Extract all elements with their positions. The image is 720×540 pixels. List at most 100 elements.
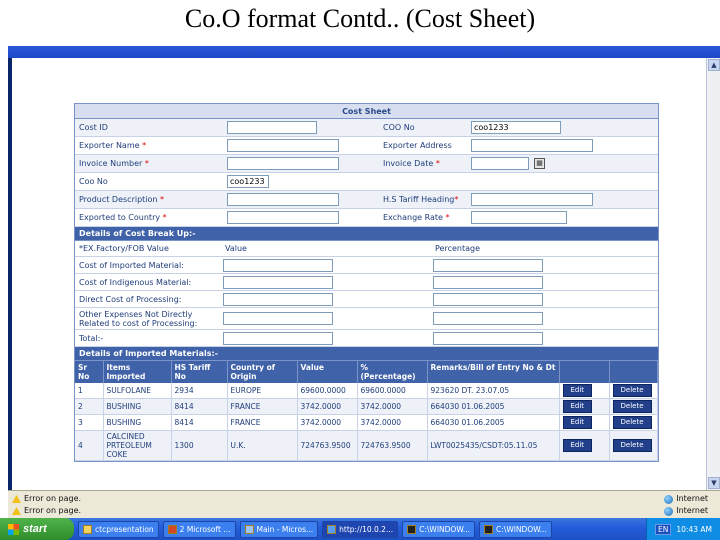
browser-title-bar <box>8 46 720 58</box>
scroll-up-icon[interactable]: ▲ <box>708 59 720 71</box>
other-expenses-value-input[interactable] <box>223 312 333 325</box>
delete-button[interactable]: Delete <box>612 400 652 413</box>
cell-country: FRANCE <box>227 414 298 431</box>
cell-hs: 2934 <box>171 383 228 399</box>
status-error-text: Error on page. <box>24 494 82 503</box>
table-row: 2 BUSHING 8414 FRANCE 3742.0000 3742.000… <box>75 398 658 415</box>
invoice-date-input[interactable] <box>471 157 529 170</box>
other-expenses-percentage-input[interactable] <box>433 312 543 325</box>
clock: 10:43 AM <box>676 524 712 534</box>
exporter-name-input[interactable] <box>227 139 339 152</box>
edit-button[interactable]: Edit <box>562 416 593 429</box>
exported-to-country-label: Exported to Country * <box>79 213 167 222</box>
exchange-rate-label: Exchange Rate * <box>383 213 450 222</box>
taskbar-item[interactable]: C:\WINDOW... <box>479 520 552 538</box>
cost-sheet-form: Cost Sheet Cost ID COO No Exporter Name … <box>74 103 659 462</box>
language-indicator[interactable]: EN <box>655 523 672 535</box>
hs-tariff-heading-input[interactable] <box>471 193 593 206</box>
cost-breakup-row: Total:- <box>75 330 658 347</box>
form-row: Cost ID COO No <box>75 119 658 137</box>
cell-remarks: 664030 01.06.2005 <box>427 414 560 431</box>
table-row: 4 CALCINED PRTEOLEUM COKE 1300 U.K. 7247… <box>75 430 658 461</box>
cost-breakup-row: Other Expenses Not Directly Related to c… <box>75 308 658 330</box>
cost-indigenous-value-input[interactable] <box>223 276 333 289</box>
delete-button[interactable]: Delete <box>612 416 652 429</box>
cell-item: CALCINED PRTEOLEUM COKE <box>103 430 172 461</box>
start-button[interactable]: start <box>0 518 74 540</box>
browser-viewport: Cost Sheet Cost ID COO No Exporter Name … <box>12 58 706 490</box>
delete-button[interactable]: Delete <box>612 384 652 397</box>
form-row: Invoice Number * Invoice Date * ▦ <box>75 155 658 173</box>
exchange-rate-input[interactable] <box>471 211 567 224</box>
calendar-icon[interactable]: ▦ <box>534 158 545 169</box>
exporter-address-input[interactable] <box>471 139 593 152</box>
taskbar-item-label: C:\WINDOW... <box>496 524 547 534</box>
windows-logo-icon <box>8 523 19 535</box>
delete-button[interactable]: Delete <box>612 439 652 452</box>
powerpoint-icon <box>167 524 177 534</box>
cell-country: EUROPE <box>227 383 298 399</box>
vertical-scrollbar[interactable]: ▲ ▼ <box>706 58 720 490</box>
taskbar-item-label: Main - Micros... <box>256 524 314 534</box>
status-zone-duplicate: Internet <box>664 505 708 517</box>
taskbar-item-active[interactable]: http://10.0.2... <box>322 520 399 538</box>
scroll-down-icon[interactable]: ▼ <box>708 477 720 489</box>
browser-status-bar: Error on page. Internet Error on page. I… <box>8 490 720 518</box>
cell-edit: Edit <box>559 430 610 461</box>
col-header: Sr No <box>75 361 104 383</box>
cost-id-label: Cost ID <box>79 123 108 132</box>
cell-sr: 4 <box>75 430 104 461</box>
cost-indigenous-percentage-input[interactable] <box>433 276 543 289</box>
cell-percentage: 3742.0000 <box>357 398 428 415</box>
taskbar-item[interactable]: Main - Micros... <box>239 520 319 538</box>
col-header: Items Imported <box>103 361 172 383</box>
product-description-input[interactable] <box>227 193 339 206</box>
cell-delete: Delete <box>609 414 658 431</box>
total-percentage-input[interactable] <box>433 332 543 345</box>
edit-button[interactable]: Edit <box>562 400 593 413</box>
cell-edit: Edit <box>559 398 610 415</box>
status-error[interactable]: Error on page. <box>12 493 81 505</box>
edit-button[interactable]: Edit <box>562 384 593 397</box>
coo-no-input[interactable] <box>471 121 561 134</box>
cell-value: 3742.0000 <box>297 398 358 415</box>
product-description-label: Product Description * <box>79 195 165 204</box>
cost-breakup-row: Cost of Indigenous Material: <box>75 274 658 291</box>
hs-tariff-heading-label: H.S Tariff Heading* <box>383 195 459 204</box>
taskbar-item[interactable]: 2 Microsoft ... <box>162 520 236 538</box>
direct-cost-percentage-input[interactable] <box>433 293 543 306</box>
cost-breakup-label: Total:- <box>79 334 104 343</box>
console-icon <box>484 524 494 534</box>
direct-cost-value-input[interactable] <box>223 293 333 306</box>
invoice-number-input[interactable] <box>227 157 339 170</box>
globe-icon <box>664 506 674 516</box>
cell-sr: 1 <box>75 383 104 399</box>
coo-no2-input[interactable] <box>227 175 269 188</box>
status-error-duplicate[interactable]: Error on page. <box>12 505 81 517</box>
cell-percentage: 724763.9500 <box>357 430 428 461</box>
taskbar-item[interactable]: ctcpresentation <box>78 520 159 538</box>
coo-no2-label: Coo No <box>79 177 108 186</box>
cost-breakup-label: Cost of Imported Material: <box>79 261 184 270</box>
col-header <box>559 361 610 383</box>
taskbar: start ctcpresentation 2 Microsoft ... Ma… <box>0 518 720 540</box>
invoice-date-label: Invoice Date * <box>383 159 440 168</box>
form-row: Product Description * H.S Tariff Heading… <box>75 191 658 209</box>
imported-materials-section-title: Details of Imported Materials:- <box>75 347 658 361</box>
exporter-address-label: Exporter Address <box>383 141 452 150</box>
cell-sr: 2 <box>75 398 104 415</box>
exported-to-country-input[interactable] <box>227 211 339 224</box>
cost-breakup-label: Cost of Indigenous Material: <box>79 278 192 287</box>
cell-value: 69600.0000 <box>297 383 358 399</box>
total-value-input[interactable] <box>223 332 333 345</box>
cost-imported-value-input[interactable] <box>223 259 333 272</box>
taskbar-item[interactable]: C:\WINDOW... <box>402 520 476 538</box>
globe-icon <box>664 494 674 504</box>
cost-id-input[interactable] <box>227 121 317 134</box>
cell-country: FRANCE <box>227 398 298 415</box>
cost-imported-percentage-input[interactable] <box>433 259 543 272</box>
edit-button[interactable]: Edit <box>562 439 593 452</box>
status-zone-text: Internet <box>676 506 708 515</box>
imported-materials-table: Sr No Items Imported HS Tariff No Countr… <box>75 361 658 461</box>
form-row: Exported to Country * Exchange Rate * <box>75 209 658 227</box>
